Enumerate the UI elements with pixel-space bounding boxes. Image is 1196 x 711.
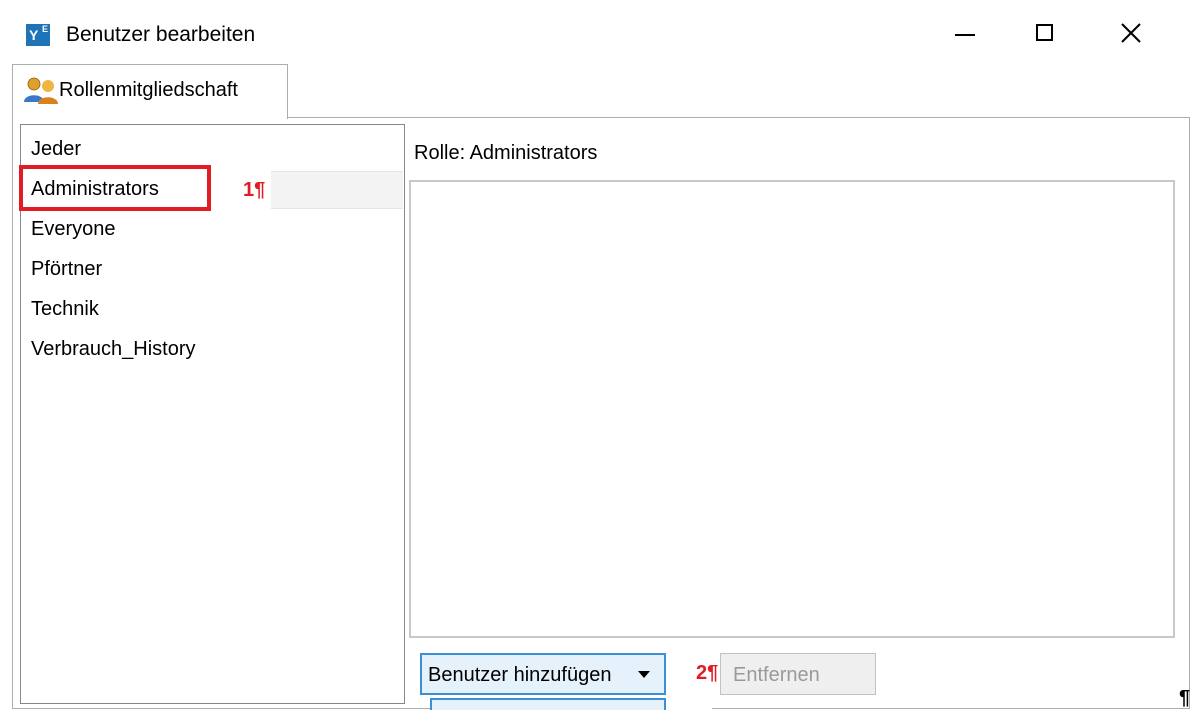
maximize-button[interactable] — [1022, 14, 1068, 54]
annotation-marker-2: 2¶ — [696, 662, 719, 684]
close-button[interactable] — [1108, 14, 1154, 54]
users-icon — [24, 77, 58, 104]
annotation-highlight-box — [19, 165, 211, 211]
paragraph-mark: ¶ — [1179, 687, 1191, 709]
remove-button[interactable]: Entfernen — [720, 653, 876, 695]
maximize-icon — [1036, 24, 1053, 41]
role-item-technik[interactable]: Technik — [31, 295, 99, 323]
window-title: Benutzer bearbeiten — [66, 23, 256, 46]
title-bar[interactable]: YE Benutzer bearbeiten — [0, 0, 1190, 64]
dropdown-menu-peek[interactable] — [430, 698, 666, 710]
tab-label: Rollenmitgliedschaft — [59, 79, 238, 101]
minimize-icon — [955, 34, 975, 36]
chevron-down-icon — [638, 671, 650, 678]
role-item-everyone[interactable]: Everyone — [31, 215, 116, 243]
add-user-button[interactable]: Benutzer hinzufügen — [420, 653, 666, 695]
annotation-marker-1: 1¶ — [243, 179, 266, 201]
close-icon — [1121, 23, 1141, 43]
role-item-jeder[interactable]: Jeder — [31, 135, 81, 163]
tab-content-panel: Jeder Administrators Everyone Pförtner T… — [12, 117, 1190, 711]
tab-rollenmitgliedschaft[interactable]: Rollenmitgliedschaft — [12, 64, 288, 119]
selection-band — [271, 171, 403, 209]
role-list[interactable]: Jeder Administrators Everyone Pförtner T… — [19, 124, 405, 704]
add-user-label: Benutzer hinzufügen — [428, 664, 612, 686]
members-list[interactable] — [409, 180, 1175, 638]
overlay-patch — [666, 695, 712, 711]
role-item-verbrauch-history[interactable]: Verbrauch_History — [31, 335, 196, 363]
remove-label: Entfernen — [733, 664, 820, 686]
minimize-button[interactable] — [944, 14, 990, 54]
role-item-pfoertner[interactable]: Pförtner — [31, 255, 102, 283]
tab-strip: Rollenmitgliedschaft — [0, 64, 1190, 119]
role-title: Rolle: Administrators — [414, 142, 598, 164]
dialog-window: YE Benutzer bearbeiten Rollenmitgliedsch… — [0, 0, 1191, 711]
app-icon: YE — [26, 24, 50, 46]
